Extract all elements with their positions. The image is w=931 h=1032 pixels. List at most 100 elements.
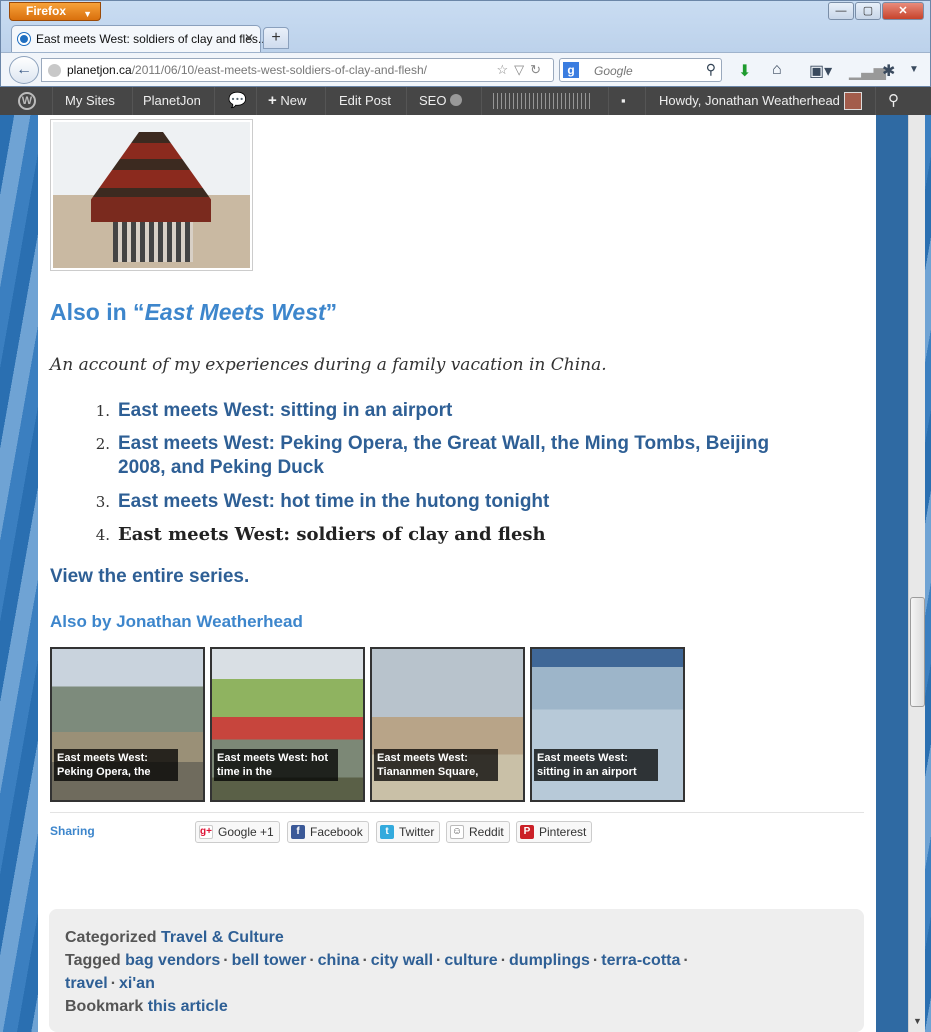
series-description: An account of my experiences during a fa… [50,355,607,375]
comments-icon[interactable]: 💬 [222,87,253,115]
tag-link[interactable]: bag vendors [125,952,220,969]
browser-tab[interactable]: East meets West: soldiers of clay and fl… [11,25,268,52]
minimize-button[interactable]: — [828,2,854,20]
google-engine-icon[interactable]: g [563,62,579,78]
tag-link[interactable]: bell tower [232,952,307,969]
bookmark-star-icon[interactable]: ☆ [496,62,514,77]
url-bar[interactable]: planetjon.ca/2011/06/10/east-meets-west-… [41,58,554,82]
bookmark-link[interactable]: this article [148,998,228,1015]
also-by-heading[interactable]: Also by Jonathan Weatherhead [50,612,303,632]
bookmark-line: Bookmark this article [65,998,228,1016]
home-icon[interactable]: ⌂ [772,61,782,79]
url-host: planetjon.ca [67,63,132,77]
reload-icon[interactable]: ↻ [530,62,547,77]
article-photo[interactable] [50,119,253,271]
new-content-menu[interactable]: + New [262,87,312,115]
related-post-thumb[interactable]: East meets West: Tiananmen Square, [370,647,525,802]
account-menu[interactable]: Howdy, Jonathan Weatherhead [653,87,846,115]
google-plus-share-button[interactable]: g+ Google +1 [195,821,280,843]
reddit-share-button[interactable]: ☺ Reddit [446,821,510,843]
search-icon[interactable]: ⚲ [882,87,905,115]
series-link[interactable]: East meets West: sitting in an airport [118,399,818,423]
twitter-share-button[interactable]: t Twitter [376,821,441,843]
divider [50,812,864,813]
seo-menu[interactable]: SEO [413,87,468,115]
bookmark-label: Bookmark [65,998,144,1015]
new-tab-button[interactable]: + [263,27,289,49]
seo-status-icon [450,94,463,106]
divider [325,87,326,115]
pinterest-share-button[interactable]: P Pinterest [516,821,593,843]
firefox-menu-label: Firefox [26,4,67,18]
new-label: New [280,93,307,108]
vertical-scrollbar[interactable]: ▼ [908,115,925,1032]
my-sites-menu[interactable]: My Sites [59,87,121,115]
series-name-link[interactable]: East Meets West [145,299,326,325]
close-tab-icon[interactable]: ✕ [244,31,254,45]
share-label: Reddit [469,825,504,839]
dropdown-icon[interactable]: ▽ [514,62,530,77]
search-icon[interactable]: ⚲ [706,61,716,78]
category-link[interactable]: Travel & Culture [161,929,284,946]
tower-shape [91,132,211,222]
tag-link[interactable]: xi'an [119,975,155,992]
divider [481,87,482,115]
seo-label: SEO [419,93,447,108]
tag-link[interactable]: travel [65,975,108,992]
search-bar[interactable]: g Google ⚲ [559,58,722,82]
separator: · [110,975,117,992]
url-tools: ☆▽↻ [496,62,547,78]
tag-link[interactable]: dumplings [509,952,590,969]
tag-link[interactable]: terra-cotta [601,952,680,969]
chevron-down-icon: ▼ [83,9,92,19]
tags-line-continued: travel · xi'an [65,975,155,993]
tags-line: Tagged bag vendors · bell tower · china · city… [65,952,692,970]
back-button[interactable]: ← [9,56,39,84]
separator: · [309,952,315,969]
divider [214,87,215,115]
scroll-down-arrow-icon[interactable]: ▼ [910,1016,925,1030]
addon-icon[interactable]: ✱ [882,61,895,81]
share-label: Facebook [310,825,363,839]
maximize-button[interactable]: ▢ [855,2,881,20]
wordpress-logo-icon[interactable]: W [18,92,36,110]
tag-link[interactable]: china [318,952,360,969]
divider [875,87,876,115]
thumb-caption: East meets West: Peking Opera, the [54,749,178,781]
related-post-thumb[interactable]: East meets West: sitting in an airport [530,647,685,802]
edit-post-link[interactable]: Edit Post [333,87,397,115]
divider [406,87,407,115]
navigation-toolbar: ← planetjon.ca/2011/06/10/east-meets-wes… [1,52,930,86]
notifications-icon[interactable]: ▪ [615,87,632,115]
firefox-menu-button[interactable]: Firefox ▼ [9,2,101,21]
separator: · [362,952,368,969]
facebook-share-button[interactable]: f Facebook [287,821,369,843]
related-post-thumb[interactable]: East meets West: Peking Opera, the [50,647,205,802]
download-icon[interactable]: ⬇ [738,61,751,81]
related-post-thumb[interactable]: East meets West: hot time in the [210,647,365,802]
stats-sparkline[interactable] [493,93,593,109]
share-label: Twitter [399,825,435,839]
tag-link[interactable]: city wall [371,952,433,969]
toolbar-menu-icon[interactable]: ▼ [909,64,919,75]
tab-title: East meets West: soldiers of clay and fl… [36,32,268,46]
list-number: 2. [95,435,110,453]
categories-line: Categorized Travel & Culture [65,929,284,947]
avatar[interactable] [844,92,862,110]
series-link[interactable]: East meets West: hot time in the hutong … [118,490,818,514]
separator: · [436,952,442,969]
url-path: /2011/06/10/east-meets-west-soldiers-of-… [131,63,427,77]
current-article-title: East meets West: soldiers of clay and fl… [118,524,546,545]
scrollbar-thumb[interactable] [910,597,925,707]
search-input[interactable]: Google [594,64,633,78]
bookmarks-menu-icon[interactable]: ▣▾ [809,61,832,81]
tag-link[interactable]: culture [444,952,497,969]
view-series-link[interactable]: View the entire series. [50,566,249,588]
tagged-label: Tagged [65,952,121,969]
site-name-menu[interactable]: PlanetJon [137,87,207,115]
close-window-button[interactable]: ✕ [882,2,924,20]
divider [132,87,133,115]
series-link[interactable]: East meets West: Peking Opera, the Great… [118,432,818,480]
share-label: Google +1 [218,825,274,839]
thumb-caption: East meets West: Tiananmen Square, [374,749,498,781]
